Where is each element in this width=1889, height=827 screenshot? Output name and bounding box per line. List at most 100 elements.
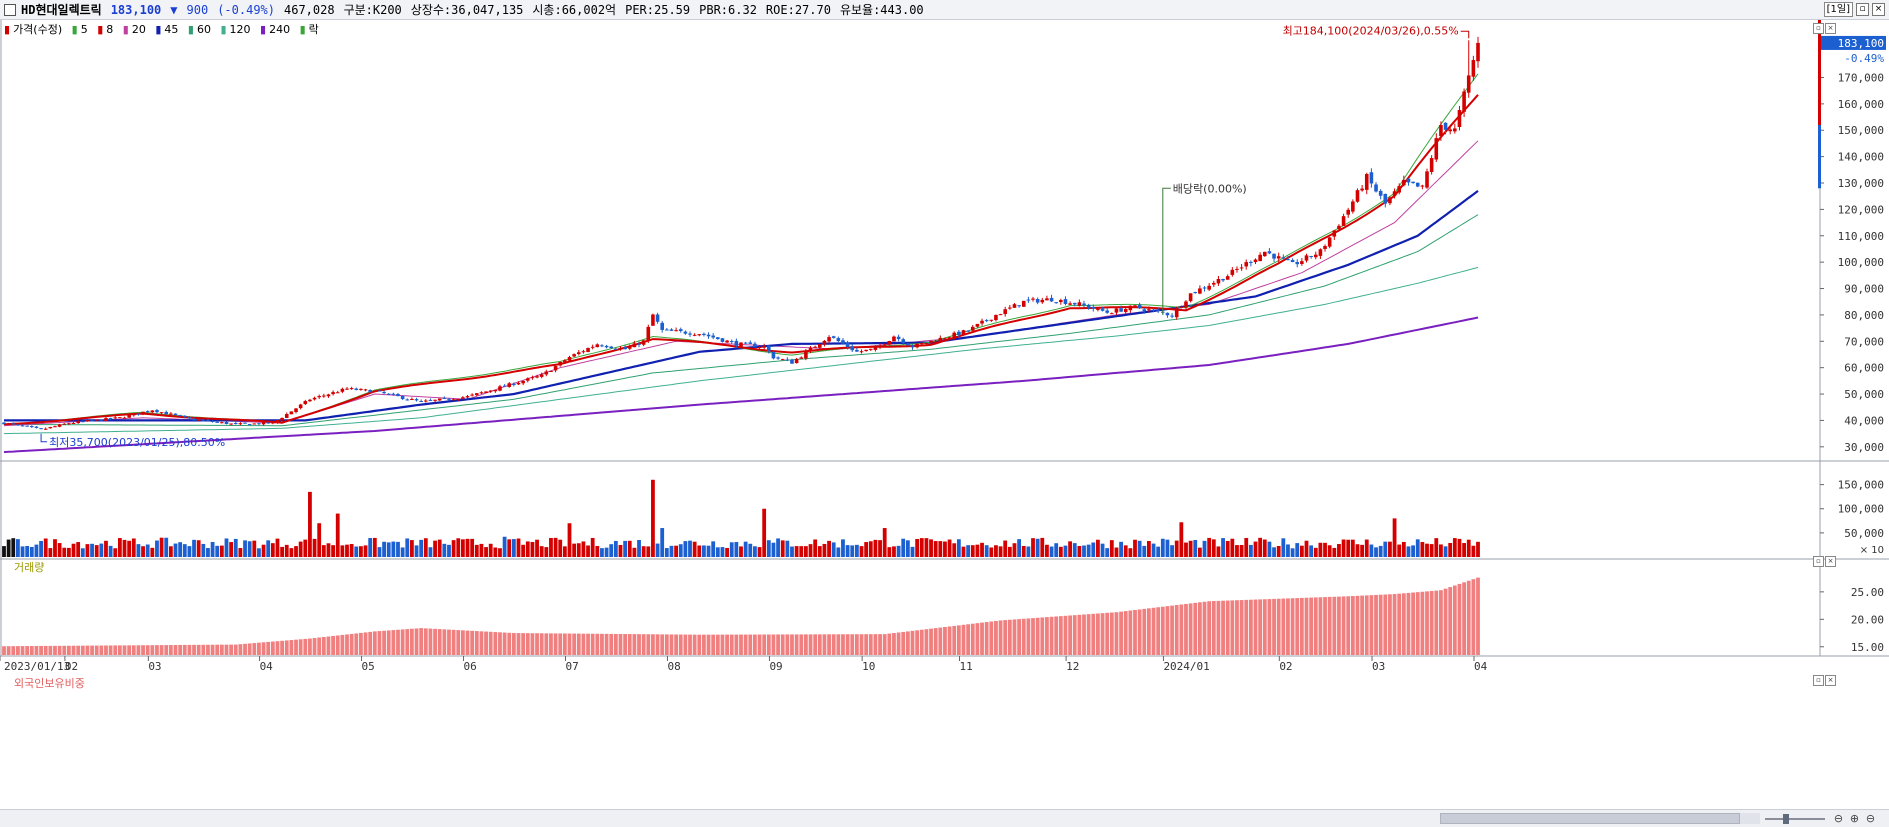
foreign-ownership-bar	[414, 628, 419, 655]
candle-body	[609, 346, 614, 349]
foreign-ownership-bar	[1184, 603, 1188, 655]
foreign-ownership-bar	[442, 629, 447, 655]
price-panel-max-icon[interactable]: ▫	[1813, 23, 1824, 34]
foreign-ownership-bar	[1272, 598, 1276, 655]
volume-bar	[901, 538, 906, 557]
candle-body	[1170, 315, 1174, 317]
candle-body	[108, 417, 113, 419]
volume-bar	[127, 540, 132, 557]
foreign-ownership-bar	[206, 644, 210, 655]
price-y-tick-label: 40,000	[1844, 414, 1884, 427]
candle-body	[850, 346, 855, 351]
low-annotation: 최저35,700(2023/01/25),80.50%	[49, 436, 225, 449]
volume-bar	[1253, 541, 1258, 557]
foreign-ownership-bar	[692, 634, 697, 655]
volume-bar	[1313, 547, 1318, 557]
candle-body	[210, 421, 215, 423]
volume-bar	[1119, 541, 1123, 557]
candle-body	[80, 421, 85, 423]
foreign-ownership-bar	[822, 634, 827, 655]
foreign-ownership-bar	[1406, 592, 1411, 655]
volume-bar	[980, 542, 984, 557]
period-selector[interactable]: [1일]	[1823, 2, 1853, 17]
foreign-ownership-bar	[664, 634, 669, 655]
chart-canvas[interactable]: 170,000 160,000 150,000 140,000 130,000 120,0…	[0, 20, 1889, 809]
candle-body	[437, 398, 442, 401]
candle-body	[1235, 268, 1239, 270]
volume-bar	[868, 541, 873, 557]
volume-bar	[470, 538, 475, 557]
volume-bar	[317, 523, 322, 557]
foreign-ownership-bar	[1466, 580, 1471, 655]
foreign-ownership-bar	[1429, 590, 1434, 655]
stock-name[interactable]: HD현대일렉트릭	[21, 1, 102, 18]
candle-body	[563, 360, 567, 363]
volume-bar	[1156, 546, 1161, 557]
volume-bar	[836, 547, 841, 557]
foreign-panel-close-icon[interactable]: ×	[1825, 675, 1836, 686]
restore-window-icon[interactable]: ▫	[1856, 3, 1869, 16]
foreign-ownership-bar	[474, 631, 479, 655]
candle-body	[831, 336, 836, 338]
price-panel-close-icon[interactable]: ×	[1825, 23, 1836, 34]
foreign-ownership-bar	[1323, 597, 1327, 655]
foreign-ownership-bar	[836, 634, 841, 655]
close-window-icon[interactable]: ×	[1872, 3, 1885, 16]
volume-bar	[447, 544, 451, 557]
candle-body	[994, 314, 998, 321]
candle-body	[915, 343, 919, 348]
candle-body	[808, 347, 813, 351]
candle-body	[868, 348, 873, 350]
zoom-slider[interactable]	[1765, 813, 1825, 824]
foreign-ownership-bar	[372, 631, 377, 655]
x-tick-label: 04	[260, 660, 274, 673]
foreign-ownership-bar	[1040, 617, 1045, 655]
foreign-ownership-bar	[155, 645, 159, 655]
foreign-ownership-bar	[1457, 583, 1462, 655]
volume-bar	[586, 545, 590, 557]
foreign-ownership-bar	[1151, 607, 1156, 655]
candle-body	[827, 337, 831, 342]
volume-bar	[1086, 544, 1091, 557]
foreign-ownership-bar	[210, 644, 215, 655]
volume-bar	[29, 546, 34, 557]
candle-body	[549, 371, 553, 373]
zoom-fit-icon[interactable]: ⊖	[1832, 812, 1845, 825]
x-tick-label: 02	[65, 660, 78, 673]
candle-body	[1123, 308, 1128, 313]
candle-body	[817, 344, 822, 348]
candle-body	[943, 338, 947, 340]
candle-body	[493, 389, 498, 392]
foreign-ownership-bar	[354, 633, 359, 655]
zoom-slider-knob[interactable]	[1783, 814, 1789, 824]
foreign-ownership-bar	[349, 633, 354, 655]
legend-ma5: ▮ 5	[71, 23, 88, 36]
volume-bar	[743, 541, 748, 557]
volume-bar	[892, 546, 896, 557]
foreign-ownership-bar	[1313, 597, 1318, 655]
horizontal-scrollbar[interactable]	[1440, 813, 1760, 824]
volume-panel-close-icon[interactable]: ×	[1825, 556, 1836, 567]
foreign-panel-max-icon[interactable]: ▫	[1813, 675, 1824, 686]
zoom-in-icon[interactable]: ⊕	[1848, 812, 1861, 825]
candle-body	[76, 421, 80, 424]
foreign-ownership-bar	[1068, 615, 1073, 655]
volume-bar	[1054, 543, 1059, 557]
candle-body	[1156, 309, 1160, 311]
candle-body	[1318, 249, 1323, 256]
volume-bar	[739, 546, 743, 557]
candle-body	[1388, 197, 1392, 204]
foreign-ownership-bar	[1049, 616, 1054, 655]
volume-bar	[1040, 537, 1045, 557]
scrollbar-thumb[interactable]	[1440, 813, 1740, 824]
candle-body	[1202, 287, 1207, 289]
volume-bar	[433, 540, 437, 557]
volume-panel-max-icon[interactable]: ▫	[1813, 556, 1824, 567]
volume-bar	[321, 545, 326, 557]
zoom-out-icon[interactable]: ⊖	[1864, 812, 1877, 825]
volume-bar	[1021, 545, 1026, 557]
chart-window-icon[interactable]	[4, 3, 16, 16]
foreign-ownership-bar	[729, 634, 734, 655]
volume-bar	[331, 545, 336, 557]
candle-body	[910, 345, 915, 348]
